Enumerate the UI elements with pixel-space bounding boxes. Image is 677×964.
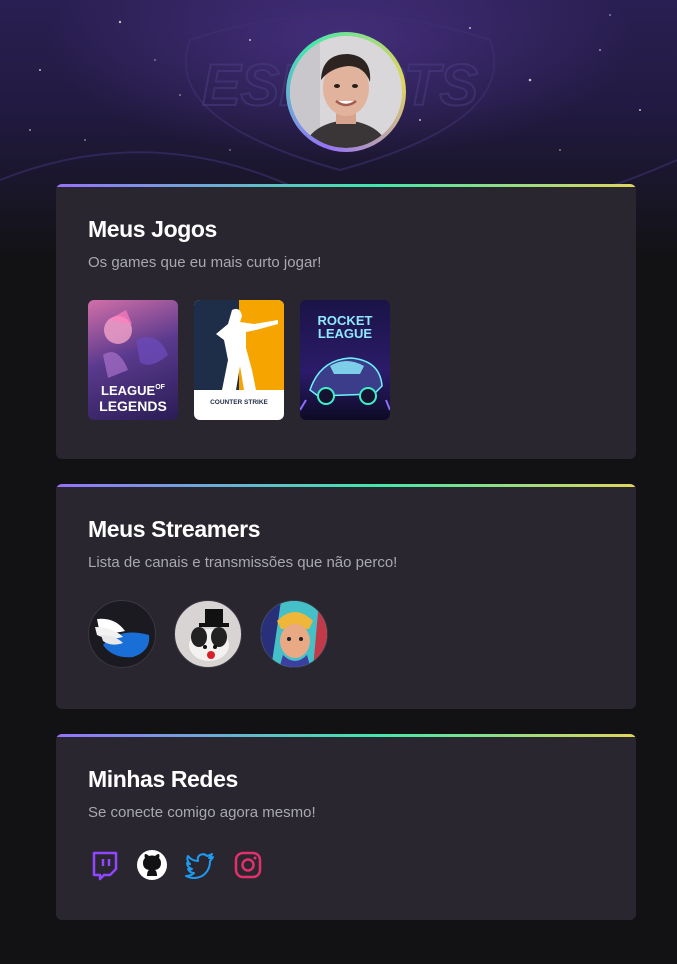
rocket-car-icon [300,357,390,411]
networks-card: Minhas Redes Se conecte comigo agora mes… [56,734,636,920]
streamer-avatar-3[interactable] [260,600,328,668]
networks-title: Minhas Redes [88,766,238,792]
top-hat-dog-avatar-icon [189,609,229,661]
game-cover-counter-strike[interactable]: COUNTER STRIKE [194,300,284,420]
streamer-avatar-2[interactable] [174,600,242,668]
profile-photo-icon [290,36,402,148]
soldier-silhouette-icon [216,308,278,390]
games-subtitle: Os games que eu mais curto jogar! [88,254,322,271]
game-cover-league-of-legends[interactable]: LEAGUEOF LEGENDS [88,300,178,420]
lol-logo-line2: LEGENDS [99,398,167,414]
profile-avatar[interactable] [286,32,406,152]
streamer-avatar-1[interactable] [88,600,156,668]
lol-logo-line1: LEAGUEOF [101,383,165,398]
winged-hat-avatar-icon [95,618,150,658]
games-card: Meus Jogos Os games que eu mais curto jo… [56,184,636,459]
twitch-icon[interactable] [88,849,120,881]
streamers-card: Meus Streamers Lista de canais e transmi… [56,484,636,709]
streamers-subtitle: Lista de canais e transmissões que não p… [88,554,398,571]
networks-subtitle: Se conecte comigo agora mesmo! [88,804,316,821]
twitter-icon[interactable] [184,849,216,881]
streamers-title: Meus Streamers [88,516,261,542]
cartoon-hero-avatar-icon [261,601,327,667]
game-cover-rocket-league[interactable]: ROCKET LEAGUE [300,300,390,420]
games-title: Meus Jogos [88,216,217,242]
instagram-icon[interactable] [232,849,264,881]
cs-logo: COUNTER STRIKE [210,399,268,406]
github-icon[interactable] [136,849,168,881]
